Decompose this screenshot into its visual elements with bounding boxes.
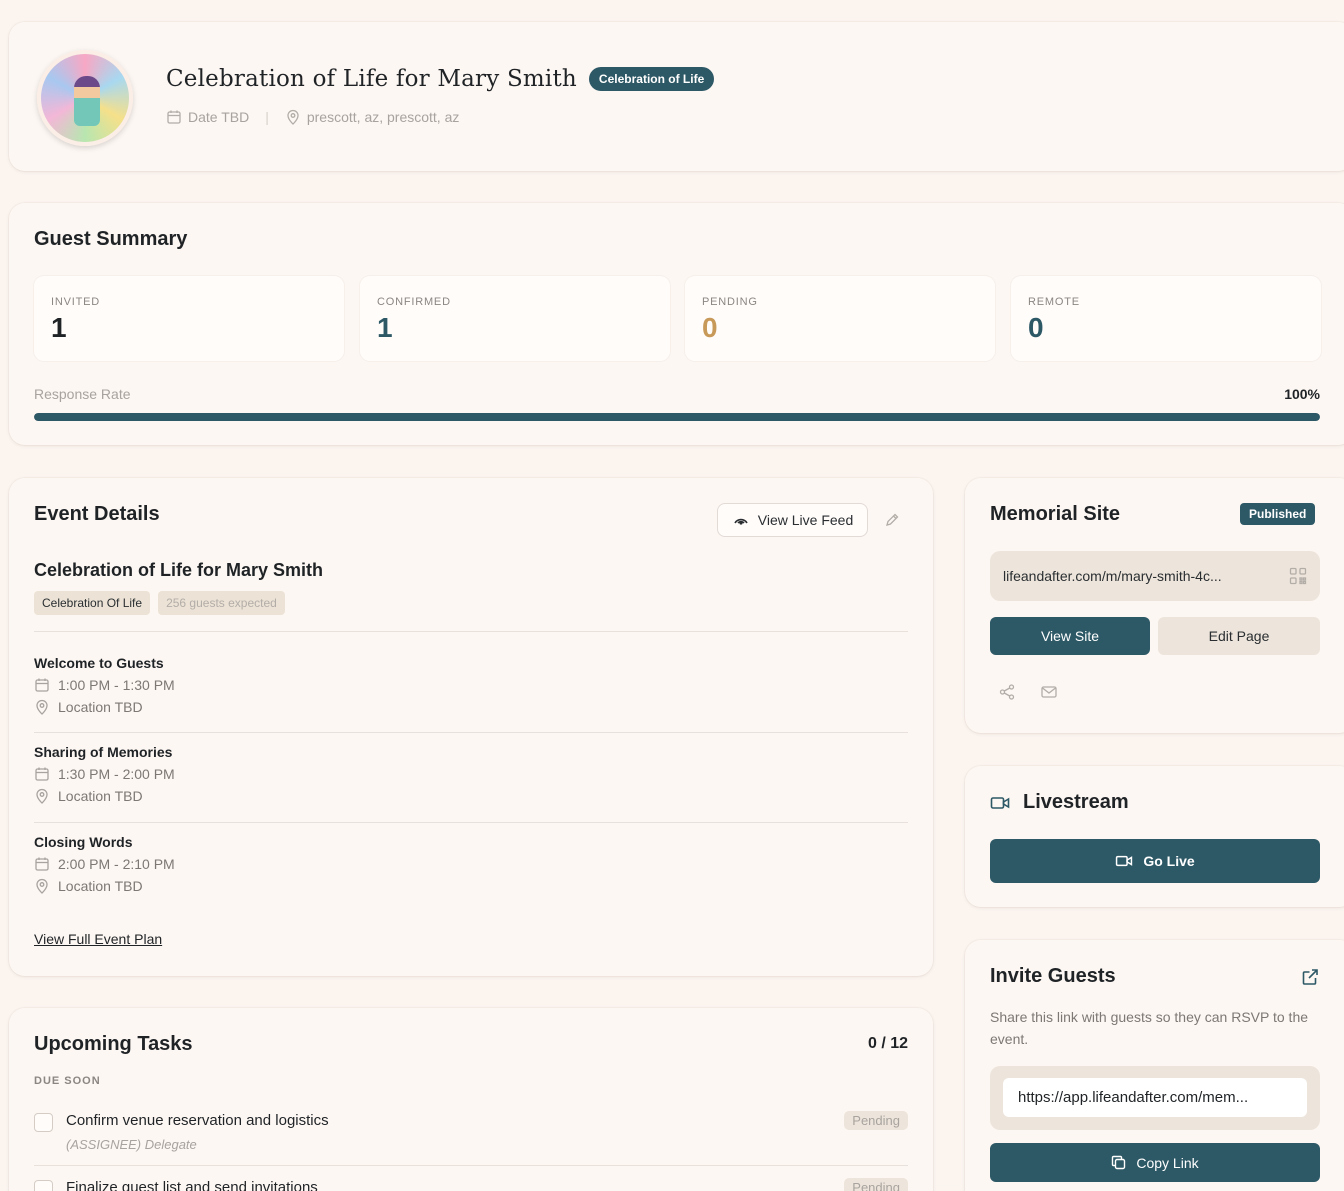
livestream-title: Livestream <box>1023 791 1129 813</box>
task-name: Finalize guest list and send invitations <box>66 1179 318 1191</box>
activity-time: 2:00 PM - 2:10 PM <box>58 856 175 872</box>
event-type-tag: Celebration Of Life <box>34 591 151 615</box>
guest-summary-title: Guest Summary <box>34 228 188 250</box>
memorial-site-title: Memorial Site <box>990 503 1121 525</box>
video-camera-icon <box>990 796 1010 809</box>
task-status-badge: Pending <box>844 1178 908 1191</box>
meta-separator: | <box>265 109 269 125</box>
task-item: Finalize guest list and send invitations… <box>34 1176 908 1191</box>
stat-label: INVITED <box>51 296 100 308</box>
stat-pending: PENDING 0 <box>685 276 995 361</box>
copy-icon <box>1112 1155 1126 1170</box>
due-soon-label: DUE SOON <box>34 1075 101 1087</box>
copy-link-label: Copy Link <box>1136 1154 1199 1171</box>
stat-value: 1 <box>51 312 67 343</box>
divider <box>34 631 908 632</box>
activity-time: 1:30 PM - 2:00 PM <box>58 766 175 782</box>
invite-link-wrapper <box>990 1066 1320 1130</box>
response-rate-value: 100% <box>1284 386 1320 402</box>
response-rate-label: Response Rate <box>34 386 131 402</box>
event-type-badge: Celebration of Life <box>588 67 715 91</box>
mail-icon[interactable] <box>1040 683 1058 701</box>
activity-location: Location TBD <box>58 788 143 804</box>
edit-page-button[interactable]: Edit Page <box>1158 617 1320 655</box>
activity-time: 1:00 PM - 1:30 PM <box>58 677 175 693</box>
stat-label: CONFIRMED <box>377 296 451 308</box>
task-name: Confirm venue reservation and logistics <box>66 1112 329 1129</box>
activity-item: Closing Words 2:00 PM - 2:10 PM Location… <box>34 834 908 894</box>
stat-value: 0 <box>1028 312 1044 343</box>
external-link-icon[interactable] <box>1301 968 1319 986</box>
activity-item: Welcome to Guests 1:00 PM - 1:30 PM Loca… <box>34 655 908 715</box>
divider <box>34 1165 908 1166</box>
stat-label: REMOTE <box>1028 296 1080 308</box>
activity-name: Welcome to Guests <box>34 655 164 671</box>
page-title: Celebration of Life for Mary Smith <box>166 66 577 92</box>
invite-link-input[interactable] <box>1003 1078 1307 1117</box>
view-full-event-plan-link[interactable]: View Full Event Plan <box>34 931 162 947</box>
livestream-card: Livestream Go Live <box>965 766 1344 907</box>
calendar-icon <box>35 678 49 692</box>
stat-confirmed: CONFIRMED 1 <box>360 276 670 361</box>
task-count: 0 / 12 <box>867 1035 908 1052</box>
view-live-feed-label: View Live Feed <box>757 512 854 528</box>
invite-guests-title: Invite Guests <box>990 965 1116 987</box>
event-header: Celebration of Life for Mary Smith Celeb… <box>9 22 1344 171</box>
task-item: Confirm venue reservation and logistics … <box>34 1109 908 1155</box>
upcoming-tasks-card: Upcoming Tasks 0 / 12 DUE SOON Confirm v… <box>9 1008 933 1191</box>
activity-location: Location TBD <box>58 878 143 894</box>
stat-remote: REMOTE 0 <box>1011 276 1321 361</box>
divider <box>34 822 908 823</box>
stat-label: PENDING <box>702 296 758 308</box>
view-live-feed-button[interactable]: View Live Feed <box>717 503 868 537</box>
upcoming-tasks-title: Upcoming Tasks <box>34 1033 193 1055</box>
response-rate-fill <box>34 413 1320 421</box>
task-checkbox[interactable] <box>34 1180 53 1191</box>
view-site-button[interactable]: View Site <box>990 617 1150 655</box>
edit-page-label: Edit Page <box>1208 628 1270 644</box>
divider <box>34 732 908 733</box>
task-checkbox[interactable] <box>34 1113 53 1132</box>
copy-link-button[interactable]: Copy Link <box>990 1143 1320 1182</box>
memorial-avatar <box>37 50 133 146</box>
go-live-button[interactable]: Go Live <box>990 839 1320 883</box>
event-date: Date TBD <box>188 109 250 125</box>
event-details-title: Event Details <box>34 503 160 525</box>
pencil-icon[interactable] <box>885 513 899 527</box>
activity-item: Sharing of Memories 1:30 PM - 2:00 PM Lo… <box>34 744 908 804</box>
event-details-card: Event Details View Live Feed Celebration… <box>9 478 933 976</box>
event-location: prescott, az, prescott, az <box>306 109 460 125</box>
stat-value: 0 <box>702 312 718 343</box>
go-live-label: Go Live <box>1143 853 1195 869</box>
task-assignee: (ASSIGNEE) Delegate <box>66 1137 197 1152</box>
map-pin-icon <box>36 788 48 804</box>
memorial-url: lifeandafter.com/m/mary-smith-4c... <box>1003 568 1222 584</box>
stat-value: 1 <box>377 312 393 343</box>
calendar-icon <box>35 767 49 781</box>
event-name: Celebration of Life for Mary Smith <box>34 560 324 580</box>
activity-name: Sharing of Memories <box>34 744 173 760</box>
calendar-icon <box>167 110 181 124</box>
invite-description: Share this link with guests so they can … <box>990 1009 1309 1047</box>
map-pin-icon <box>36 878 48 894</box>
stat-invited: INVITED 1 <box>34 276 344 361</box>
published-badge: Published <box>1240 503 1316 525</box>
view-site-label: View Site <box>1040 628 1100 644</box>
calendar-icon <box>35 857 49 871</box>
qr-code-icon[interactable] <box>1289 567 1307 585</box>
response-rate-bar <box>34 413 1320 421</box>
activity-name: Closing Words <box>34 834 133 850</box>
map-pin-icon <box>36 699 48 715</box>
map-pin-icon <box>287 109 299 125</box>
memorial-url-box[interactable]: lifeandafter.com/m/mary-smith-4c... <box>990 551 1320 601</box>
activity-location: Location TBD <box>58 699 143 715</box>
invite-guests-card: Invite Guests Share this link with guest… <box>965 940 1344 1191</box>
memorial-site-card: Memorial Site Published lifeandafter.com… <box>965 478 1344 733</box>
video-camera-icon <box>1116 855 1133 867</box>
guest-summary-card: Guest Summary INVITED 1 CONFIRMED 1 PEND… <box>9 203 1344 445</box>
guests-expected-tag: 256 guests expected <box>158 591 285 615</box>
share-icon[interactable] <box>998 683 1016 701</box>
task-status-badge: Pending <box>844 1111 908 1130</box>
broadcast-icon <box>734 518 748 525</box>
